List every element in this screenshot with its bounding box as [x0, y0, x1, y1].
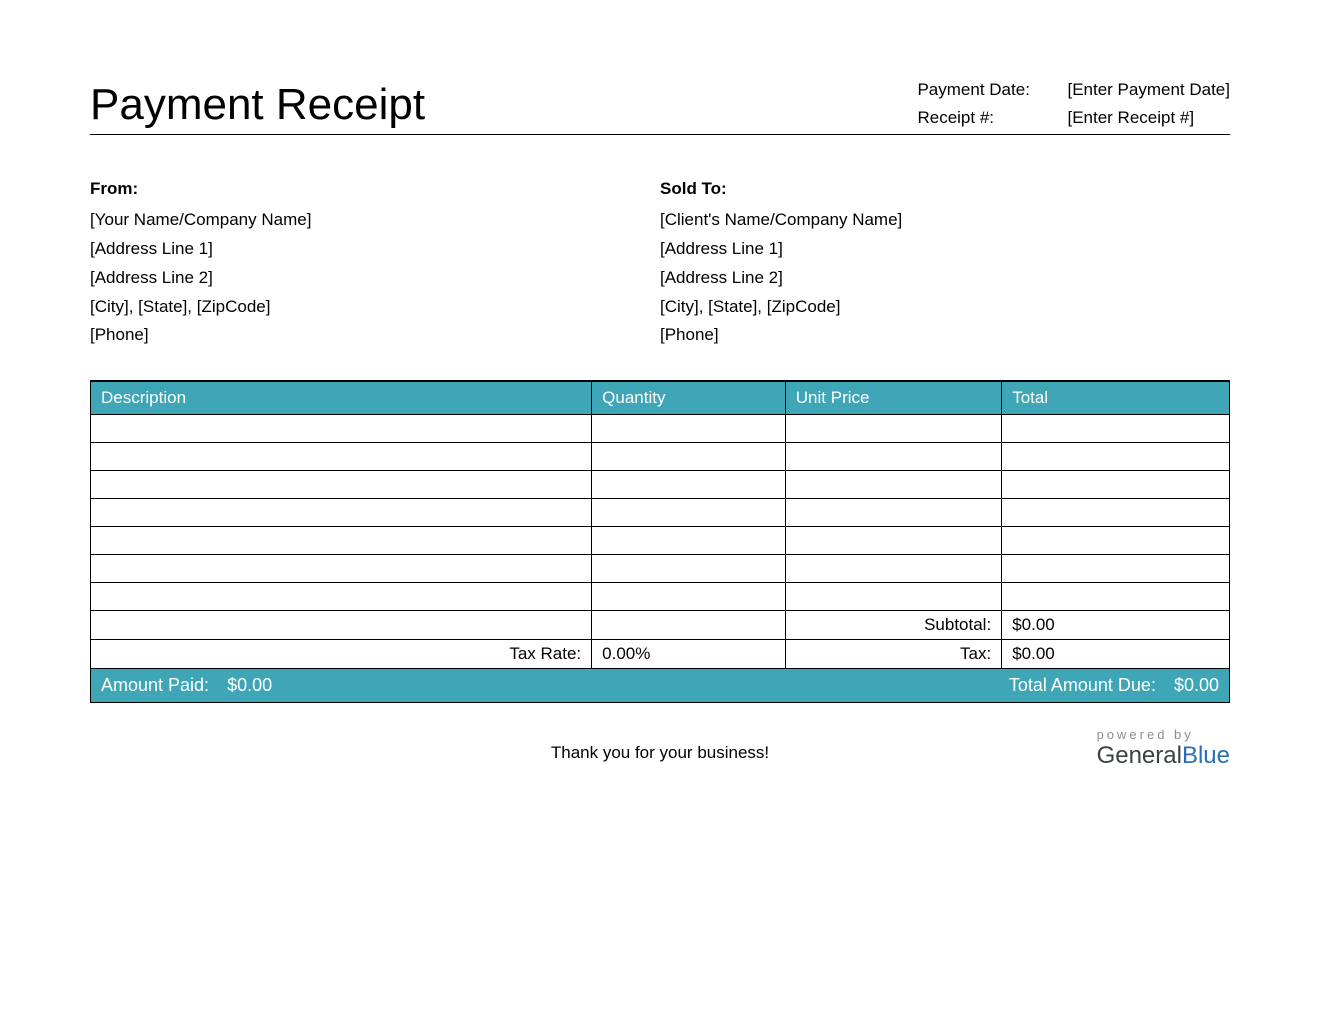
total-due-value: $0.00 — [1174, 675, 1219, 696]
from-block: From: [Your Name/Company Name] [Address … — [90, 175, 660, 350]
sold-to-block: Sold To: [Client's Name/Company Name] [A… — [660, 175, 1230, 350]
payment-date-label: Payment Date: — [917, 80, 1067, 100]
table-row[interactable] — [91, 471, 1230, 499]
sold-to-city-state-zip[interactable]: [City], [State], [ZipCode] — [660, 293, 1230, 322]
table-row[interactable] — [91, 443, 1230, 471]
sold-to-address1[interactable]: [Address Line 1] — [660, 235, 1230, 264]
brand-name: GeneralBlue — [1097, 742, 1230, 770]
table-header-row: Description Quantity Unit Price Total — [91, 381, 1230, 415]
from-address2[interactable]: [Address Line 2] — [90, 264, 660, 293]
brand-name-part2: Blue — [1182, 742, 1230, 769]
tax-rate-value[interactable]: 0.00% — [592, 640, 786, 669]
col-description: Description — [91, 381, 592, 415]
tax-rate-label: Tax Rate: — [91, 640, 592, 669]
sold-to-heading: Sold To: — [660, 175, 1230, 204]
sold-to-name[interactable]: [Client's Name/Company Name] — [660, 206, 1230, 235]
table-row[interactable] — [91, 555, 1230, 583]
tax-row: Tax Rate: 0.00% Tax: $0.00 — [91, 640, 1230, 669]
line-items-table: Description Quantity Unit Price Total Su… — [90, 380, 1230, 669]
powered-by-text: powered by — [1097, 727, 1230, 742]
page-title: Payment Receipt — [90, 80, 425, 130]
tax-label: Tax: — [785, 640, 1001, 669]
amount-paid-value: $0.00 — [227, 675, 272, 696]
total-due-label: Total Amount Due: — [1009, 675, 1156, 696]
receipt-meta: Payment Date: [Enter Payment Date] Recei… — [917, 80, 1230, 130]
sold-to-phone[interactable]: [Phone] — [660, 321, 1230, 350]
subtotal-row: Subtotal: $0.00 — [91, 611, 1230, 640]
table-row[interactable] — [91, 527, 1230, 555]
table-row[interactable] — [91, 499, 1230, 527]
from-address1[interactable]: [Address Line 1] — [90, 235, 660, 264]
parties-section: From: [Your Name/Company Name] [Address … — [90, 175, 1230, 350]
tax-value: $0.00 — [1002, 640, 1230, 669]
amount-paid-label: Amount Paid: — [101, 675, 209, 696]
from-heading: From: — [90, 175, 660, 204]
col-quantity: Quantity — [592, 381, 786, 415]
receipt-number-label: Receipt #: — [917, 108, 1067, 128]
col-unit-price: Unit Price — [785, 381, 1001, 415]
from-phone[interactable]: [Phone] — [90, 321, 660, 350]
subtotal-label: Subtotal: — [785, 611, 1001, 640]
header: Payment Receipt Payment Date: [Enter Pay… — [90, 80, 1230, 135]
subtotal-value: $0.00 — [1002, 611, 1230, 640]
thank-you-text: Thank you for your business! — [551, 743, 769, 763]
footer-section: Thank you for your business! powered by … — [90, 723, 1230, 763]
payment-date-value[interactable]: [Enter Payment Date] — [1067, 80, 1230, 100]
receipt-number-value[interactable]: [Enter Receipt #] — [1067, 108, 1230, 128]
col-total: Total — [1002, 381, 1230, 415]
table-row[interactable] — [91, 415, 1230, 443]
sold-to-address2[interactable]: [Address Line 2] — [660, 264, 1230, 293]
table-row[interactable] — [91, 583, 1230, 611]
brand-logo: powered by GeneralBlue — [1097, 727, 1230, 770]
from-city-state-zip[interactable]: [City], [State], [ZipCode] — [90, 293, 660, 322]
from-name[interactable]: [Your Name/Company Name] — [90, 206, 660, 235]
totals-bar: Amount Paid: $0.00 Total Amount Due: $0.… — [90, 669, 1230, 703]
brand-name-part1: General — [1097, 742, 1182, 769]
